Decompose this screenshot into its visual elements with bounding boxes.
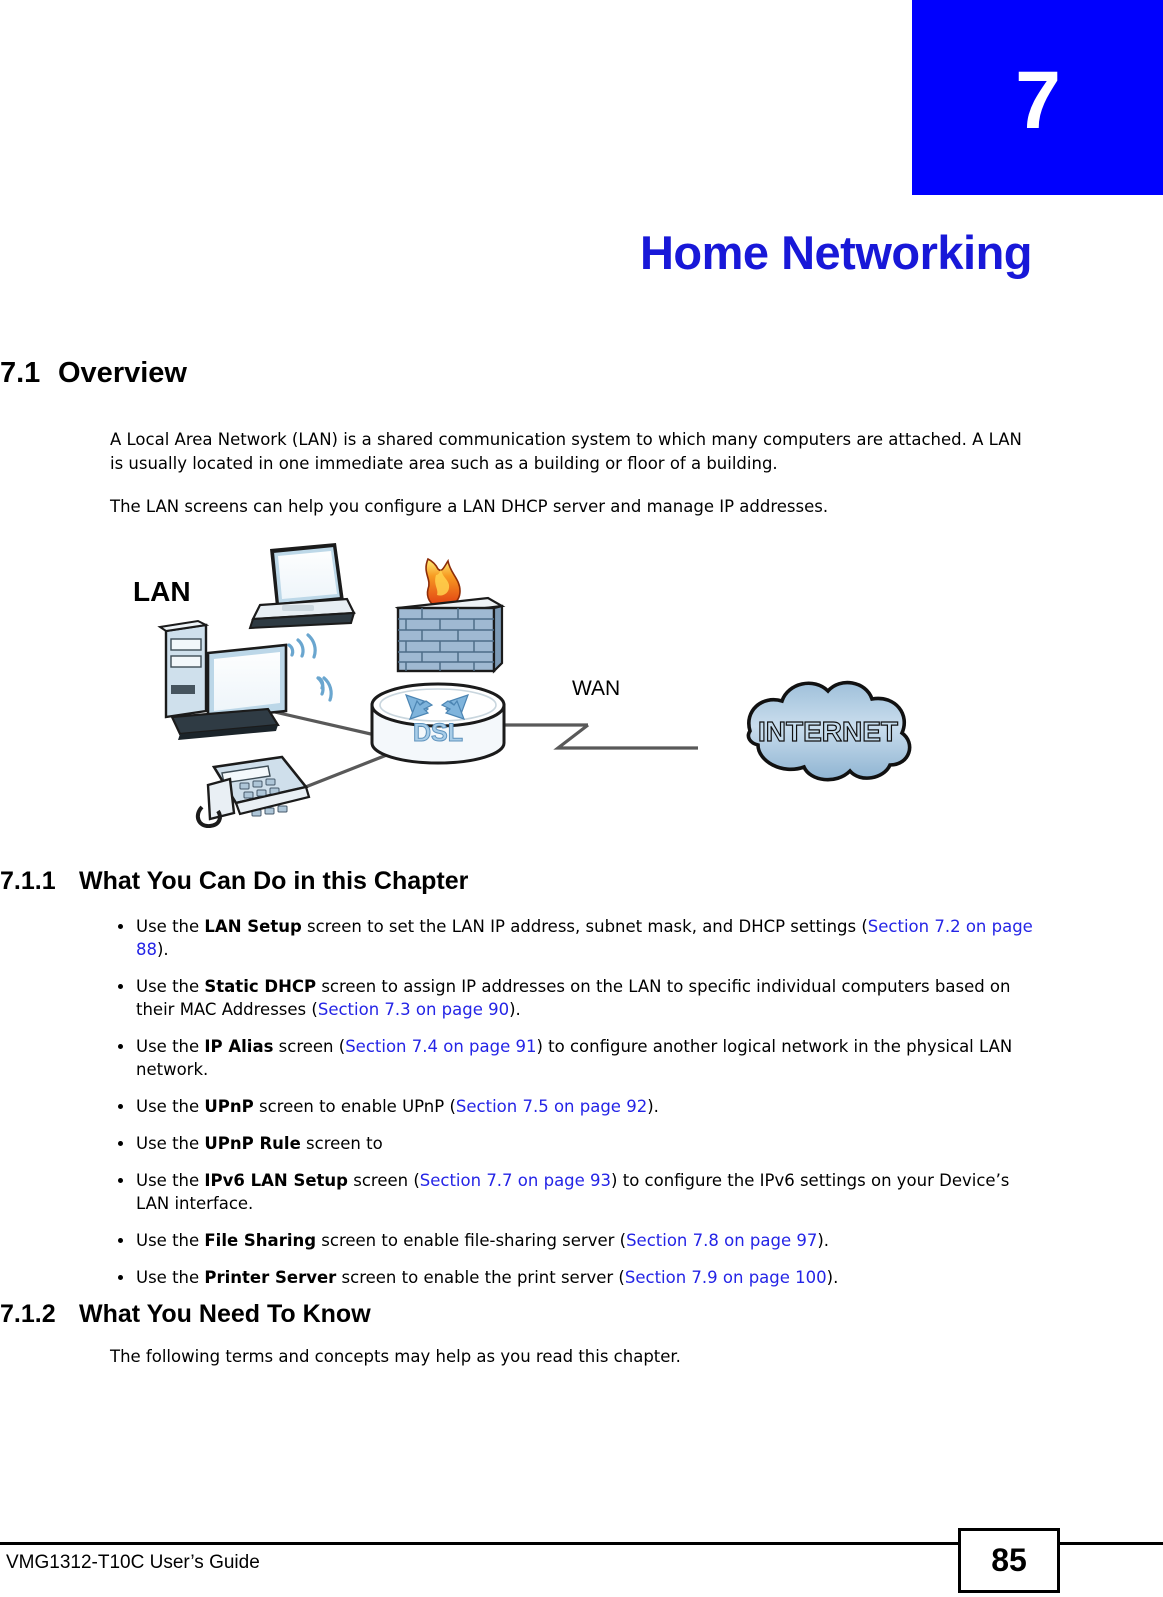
- text-run: screen to enable UPnP (: [253, 1097, 456, 1116]
- laptop-icon: [248, 543, 356, 630]
- text-run: ).: [817, 1231, 830, 1250]
- wireless-signal-icon: [287, 633, 333, 702]
- lan-label: LAN: [133, 576, 191, 607]
- heading-what-you-can-do: 7.1.1 What You Can Do in this Chapter: [0, 867, 468, 896]
- cross-reference-link[interactable]: Section 7.4 on page 91: [345, 1037, 536, 1056]
- overview-paragraph-1: A Local Area Network (LAN) is a shared c…: [110, 430, 1022, 473]
- screen-name: UPnP Rule: [204, 1134, 301, 1153]
- text-run: Use the: [136, 1097, 205, 1116]
- internet-cloud-icon: INTERNET: [746, 680, 912, 782]
- ip-phone-icon: [195, 755, 311, 829]
- text-run: screen to: [300, 1134, 383, 1153]
- cross-reference-link[interactable]: Section 7.8 on page 97: [626, 1231, 817, 1250]
- screen-name: LAN Setup: [204, 917, 302, 936]
- cross-reference-link[interactable]: Section 7.3 on page 90: [318, 1000, 509, 1019]
- heading-what-you-need-to-know-title: What You Need To Know: [79, 1300, 371, 1328]
- screen-name: UPnP: [204, 1097, 254, 1116]
- text-run: ).: [826, 1268, 839, 1287]
- text-run: Use the: [136, 1171, 205, 1190]
- text-run: Use the: [136, 977, 205, 996]
- footer-guide-title: VMG1312-T10C User’s Guide: [6, 1552, 260, 1573]
- cross-reference-link[interactable]: Section 7.5 on page 92: [456, 1097, 647, 1116]
- chapter-feature-list: Use the LAN Setup screen to set the LAN …: [110, 915, 1035, 1303]
- text-run: Use the: [136, 1268, 205, 1287]
- cross-reference-link[interactable]: Section 7.9 on page 100: [625, 1268, 827, 1287]
- what-you-need-to-know-paragraph-1: The following terms and concepts may hel…: [110, 1347, 681, 1366]
- firewall-icon: [394, 557, 506, 674]
- feature-list-item: Use the LAN Setup screen to set the LAN …: [110, 915, 1035, 961]
- text-run: ).: [157, 940, 169, 959]
- screen-name: IP Alias: [204, 1037, 274, 1056]
- text-run: screen (: [347, 1171, 420, 1190]
- feature-list-item: Use the Static DHCP screen to assign IP …: [110, 975, 1035, 1021]
- dsl-router-icon: DSL: [370, 682, 506, 765]
- feature-list-item: Use the UPnP Rule screen to: [110, 1132, 1035, 1155]
- document-page: 7 Home Networking 7.1 Overview A Local Ar…: [0, 0, 1163, 1597]
- feature-list-item: Use the IPv6 LAN Setup screen (Section 7…: [110, 1169, 1035, 1215]
- link-phone-router: [302, 749, 398, 790]
- text-run: screen to set the LAN IP address, subnet…: [301, 917, 868, 936]
- text-run: Use the: [136, 917, 205, 936]
- feature-list-item: Use the File Sharing screen to enable fi…: [110, 1229, 1035, 1252]
- cross-reference-link[interactable]: Section 7.7 on page 93: [420, 1171, 611, 1190]
- heading-what-you-can-do-number: 7.1.1: [0, 867, 56, 895]
- text-run: screen to enable file-sharing server (: [316, 1231, 627, 1250]
- heading-overview-title: Overview: [58, 357, 187, 389]
- text-run: Use the: [136, 1134, 205, 1153]
- text-run: ).: [647, 1097, 659, 1116]
- screen-name: Static DHCP: [204, 977, 317, 996]
- heading-what-you-need-to-know: 7.1.2 What You Need To Know: [0, 1300, 371, 1329]
- diagram-canvas: DSL INTERNET: [157, 543, 912, 829]
- network-diagram: LAN WAN DSL INTERNET: [110, 535, 1010, 835]
- screen-name: IPv6 LAN Setup: [204, 1171, 348, 1190]
- text-run: Use the: [136, 1231, 205, 1250]
- chapter-number: 7: [1015, 55, 1061, 146]
- page-number: 85: [991, 1542, 1027, 1578]
- feature-list-item: Use the Printer Server screen to enable …: [110, 1266, 1035, 1289]
- text-run: screen to enable the print server (: [336, 1268, 625, 1287]
- wan-label: WAN: [572, 677, 621, 700]
- text-run: Use the: [136, 1037, 205, 1056]
- feature-list-item: Use the IP Alias screen (Section 7.4 on …: [110, 1035, 1035, 1081]
- text-run: ).: [509, 1000, 521, 1019]
- heading-overview-number: 7.1: [0, 357, 41, 389]
- overview-paragraph-2: The LAN screens can help you configure a…: [110, 497, 829, 516]
- internet-cloud-label: INTERNET: [758, 716, 898, 747]
- dsl-router-label: DSL: [413, 719, 463, 747]
- heading-what-you-need-to-know-number: 7.1.2: [0, 1300, 56, 1328]
- text-run: screen (: [273, 1037, 346, 1056]
- heading-overview: 7.1 Overview: [0, 357, 187, 390]
- wan-break-left: [553, 723, 589, 750]
- screen-name: File Sharing: [204, 1231, 317, 1250]
- chapter-title: Home Networking: [639, 226, 1033, 279]
- feature-list-item: Use the UPnP screen to enable UPnP (Sect…: [110, 1095, 1035, 1118]
- chapter-banner: 7: [912, 0, 1163, 195]
- page-number-box: 85: [958, 1528, 1060, 1593]
- heading-what-you-can-do-title: What You Can Do in this Chapter: [79, 867, 469, 895]
- desktop-computer-icon: [157, 619, 288, 740]
- screen-name: Printer Server: [204, 1268, 337, 1287]
